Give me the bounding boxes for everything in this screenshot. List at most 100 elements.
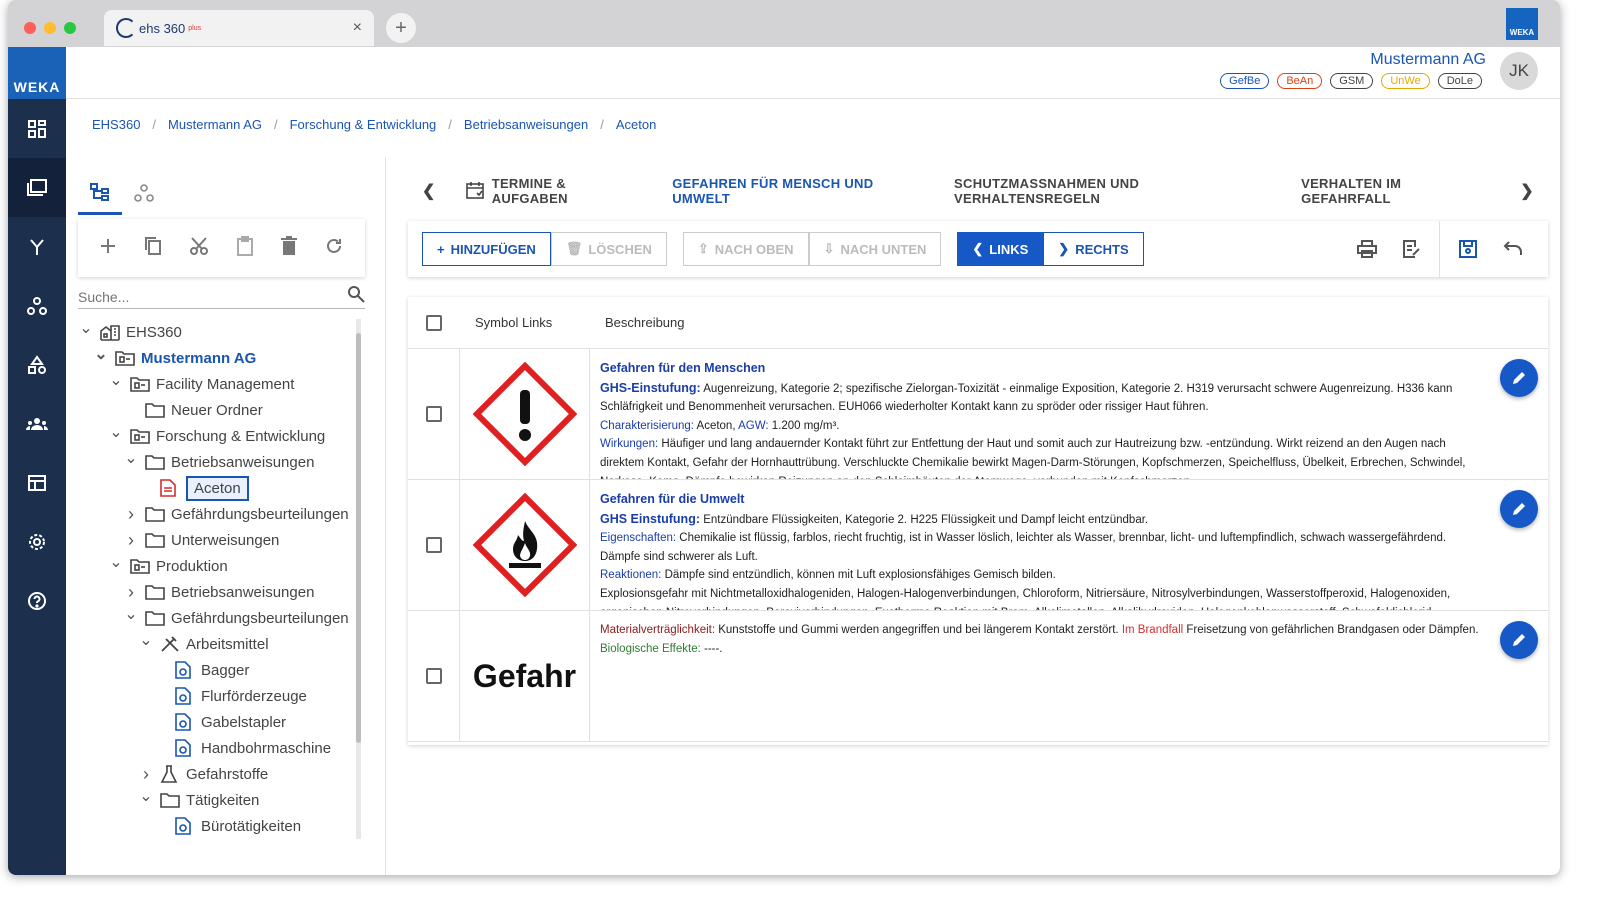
tree-node[interactable]: ⌄ Arbeitsmittel (78, 631, 356, 657)
section-tab[interactable]: SCHUTZMASSNAHMEN UND VERHALTENSREGELN (954, 176, 1257, 206)
module-chip-gsm[interactable]: GSM (1330, 73, 1374, 89)
tree-scrollbar[interactable] (356, 333, 361, 743)
tabs-next-icon[interactable]: ❯ (1520, 181, 1534, 201)
chevron-down-icon[interactable]: ⌄ (123, 448, 139, 468)
tree-node[interactable]: Bürotätigkeiten (78, 813, 356, 839)
tree-node[interactable]: Aceton (78, 475, 356, 501)
chevron-down-icon[interactable]: ⌄ (108, 370, 124, 390)
tree-node[interactable]: › Gefahrstoffe (78, 761, 356, 787)
module-chip-dole[interactable]: DoLe (1437, 73, 1482, 89)
row-checkbox[interactable] (425, 406, 442, 422)
tree-node[interactable]: Gabelstapler (78, 709, 356, 735)
tree-node[interactable]: › Unterweisungen (78, 527, 356, 553)
add-icon[interactable] (99, 237, 117, 260)
documents-icon[interactable] (8, 158, 66, 217)
undo-icon[interactable] (1490, 241, 1534, 257)
chevron-down-icon[interactable]: ⌄ (123, 604, 139, 624)
breadcrumb-item[interactable]: EHS360 (92, 117, 140, 132)
new-tab-button[interactable]: + (386, 13, 416, 43)
tree-node[interactable]: ⌄ Betriebsanweisungen (78, 449, 356, 475)
tree-node[interactable]: Neuer Ordner (78, 397, 356, 423)
refresh-icon[interactable] (324, 236, 344, 261)
section-tab[interactable]: GEFAHREN FÜR MENSCH UND UMWELT (672, 176, 910, 206)
module-chip-gefbe[interactable]: GefBe (1220, 73, 1270, 89)
chevron-right-icon[interactable]: › (123, 530, 139, 551)
cut-icon[interactable] (189, 236, 209, 261)
minimize-window-button[interactable] (44, 22, 56, 34)
chevron-down-icon[interactable]: ⌄ (93, 344, 109, 364)
tree-node[interactable]: › Betriebsanweisungen (78, 579, 356, 605)
avatar[interactable]: JK (1500, 52, 1538, 90)
module-chip-unwe[interactable]: UnWe (1381, 73, 1430, 89)
org-view-tab[interactable] (122, 171, 166, 215)
table-icon[interactable] (8, 453, 66, 512)
move-down-button[interactable]: ⇩ NACH UNTEN (808, 232, 942, 266)
edit-button[interactable] (1500, 490, 1538, 528)
maximize-window-button[interactable] (64, 22, 76, 34)
row-checkbox[interactable] (425, 537, 442, 553)
delete-icon[interactable] (280, 235, 297, 261)
tree-node[interactable]: Handbohrmaschine (78, 735, 356, 761)
paste-icon[interactable] (236, 235, 254, 261)
symbol-column-header[interactable]: Symbol Links (460, 315, 590, 330)
company-name[interactable]: Mustermann AG (1370, 51, 1486, 69)
branch-icon[interactable] (8, 217, 66, 276)
dashboard-icon[interactable] (8, 99, 66, 158)
help-icon[interactable] (8, 571, 66, 630)
tree-node[interactable]: › Gefährdungsbeurteilungen (78, 501, 356, 527)
tree-node[interactable]: ⌄ Tätigkeiten (78, 787, 356, 813)
chevron-down-icon[interactable]: ⌄ (108, 552, 124, 572)
chevron-down-icon[interactable]: ⌄ (138, 786, 154, 806)
breadcrumb-item[interactable]: Aceton (616, 117, 656, 132)
row-checkbox[interactable] (425, 668, 442, 684)
breadcrumb-item[interactable]: Betriebsanweisungen (464, 117, 588, 132)
description-column-header[interactable]: Beschreibung (590, 315, 685, 330)
table-row[interactable]: Gefahren für den Menschen GHS-Einstufung:… (408, 349, 1548, 480)
move-up-button[interactable]: ⇪ NACH OBEN (682, 232, 809, 266)
save-icon[interactable] (1446, 239, 1490, 259)
table-row[interactable]: Gefahr Materialverträglichkeit: Kunststof… (408, 611, 1548, 742)
tab-close-icon[interactable]: × (353, 19, 362, 37)
chevron-right-icon[interactable]: › (123, 504, 139, 525)
breadcrumb-item[interactable]: Mustermann AG (168, 117, 262, 132)
chevron-down-icon[interactable]: ⌄ (78, 319, 94, 338)
print-icon[interactable] (1345, 240, 1389, 258)
tree-node[interactable]: Bagger (78, 657, 356, 683)
search-input[interactable] (78, 288, 347, 305)
add-button[interactable]: + HINZUFÜGEN (422, 232, 551, 266)
shapes-icon[interactable] (8, 335, 66, 394)
tree-node[interactable]: ⌄ EHS360 (78, 319, 356, 345)
settings-gear-icon[interactable] (8, 512, 66, 571)
section-tab[interactable]: VERHALTEN IM GEFAHRFALL (1301, 176, 1476, 206)
tree-node[interactable]: ⌄ Gefährdungsbeurteilungen (78, 605, 356, 631)
breadcrumb-item[interactable]: Forschung & Entwicklung (290, 117, 437, 132)
tree-node[interactable]: Flurförderzeuge (78, 683, 356, 709)
tree-view-tab[interactable] (78, 171, 122, 215)
tree-node[interactable]: ⌄ Facility Management (78, 371, 356, 397)
right-button[interactable]: ❯ RECHTS (1043, 232, 1144, 266)
table-row[interactable]: Gefahren für die Umwelt GHS Einstufung: E… (408, 480, 1548, 611)
organization-icon[interactable] (8, 276, 66, 335)
tree-node[interactable]: ⌄ Forschung & Entwicklung (78, 423, 356, 449)
select-all-checkbox[interactable] (426, 314, 442, 331)
search-icon[interactable] (347, 285, 365, 308)
delete-button[interactable]: 🗑 LÖSCHEN (550, 232, 667, 266)
tree-node[interactable]: ⌄ Mustermann AG (78, 345, 356, 371)
description-cell: Gefahren für die Umwelt GHS Einstufung: E… (590, 480, 1548, 610)
browser-tab[interactable]: ehs 360 plus × (104, 10, 374, 46)
left-button[interactable]: ❮ LINKS (957, 232, 1044, 266)
close-window-button[interactable] (24, 22, 36, 34)
copy-icon[interactable] (144, 236, 162, 261)
chevron-right-icon[interactable]: › (123, 582, 139, 603)
tabs-prev-icon[interactable]: ❮ (422, 181, 436, 201)
section-tab[interactable]: TERMINE & AUFGABEN (465, 176, 629, 206)
edit-button[interactable] (1500, 621, 1538, 659)
module-chip-bean[interactable]: BeAn (1277, 73, 1323, 89)
chevron-right-icon[interactable]: › (138, 764, 154, 785)
export-icon[interactable] (1389, 239, 1433, 259)
chevron-down-icon[interactable]: ⌄ (138, 630, 154, 650)
chevron-down-icon[interactable]: ⌄ (108, 422, 124, 442)
users-icon[interactable] (8, 394, 66, 453)
edit-button[interactable] (1500, 359, 1538, 397)
tree-node[interactable]: ⌄ Produktion (78, 553, 356, 579)
